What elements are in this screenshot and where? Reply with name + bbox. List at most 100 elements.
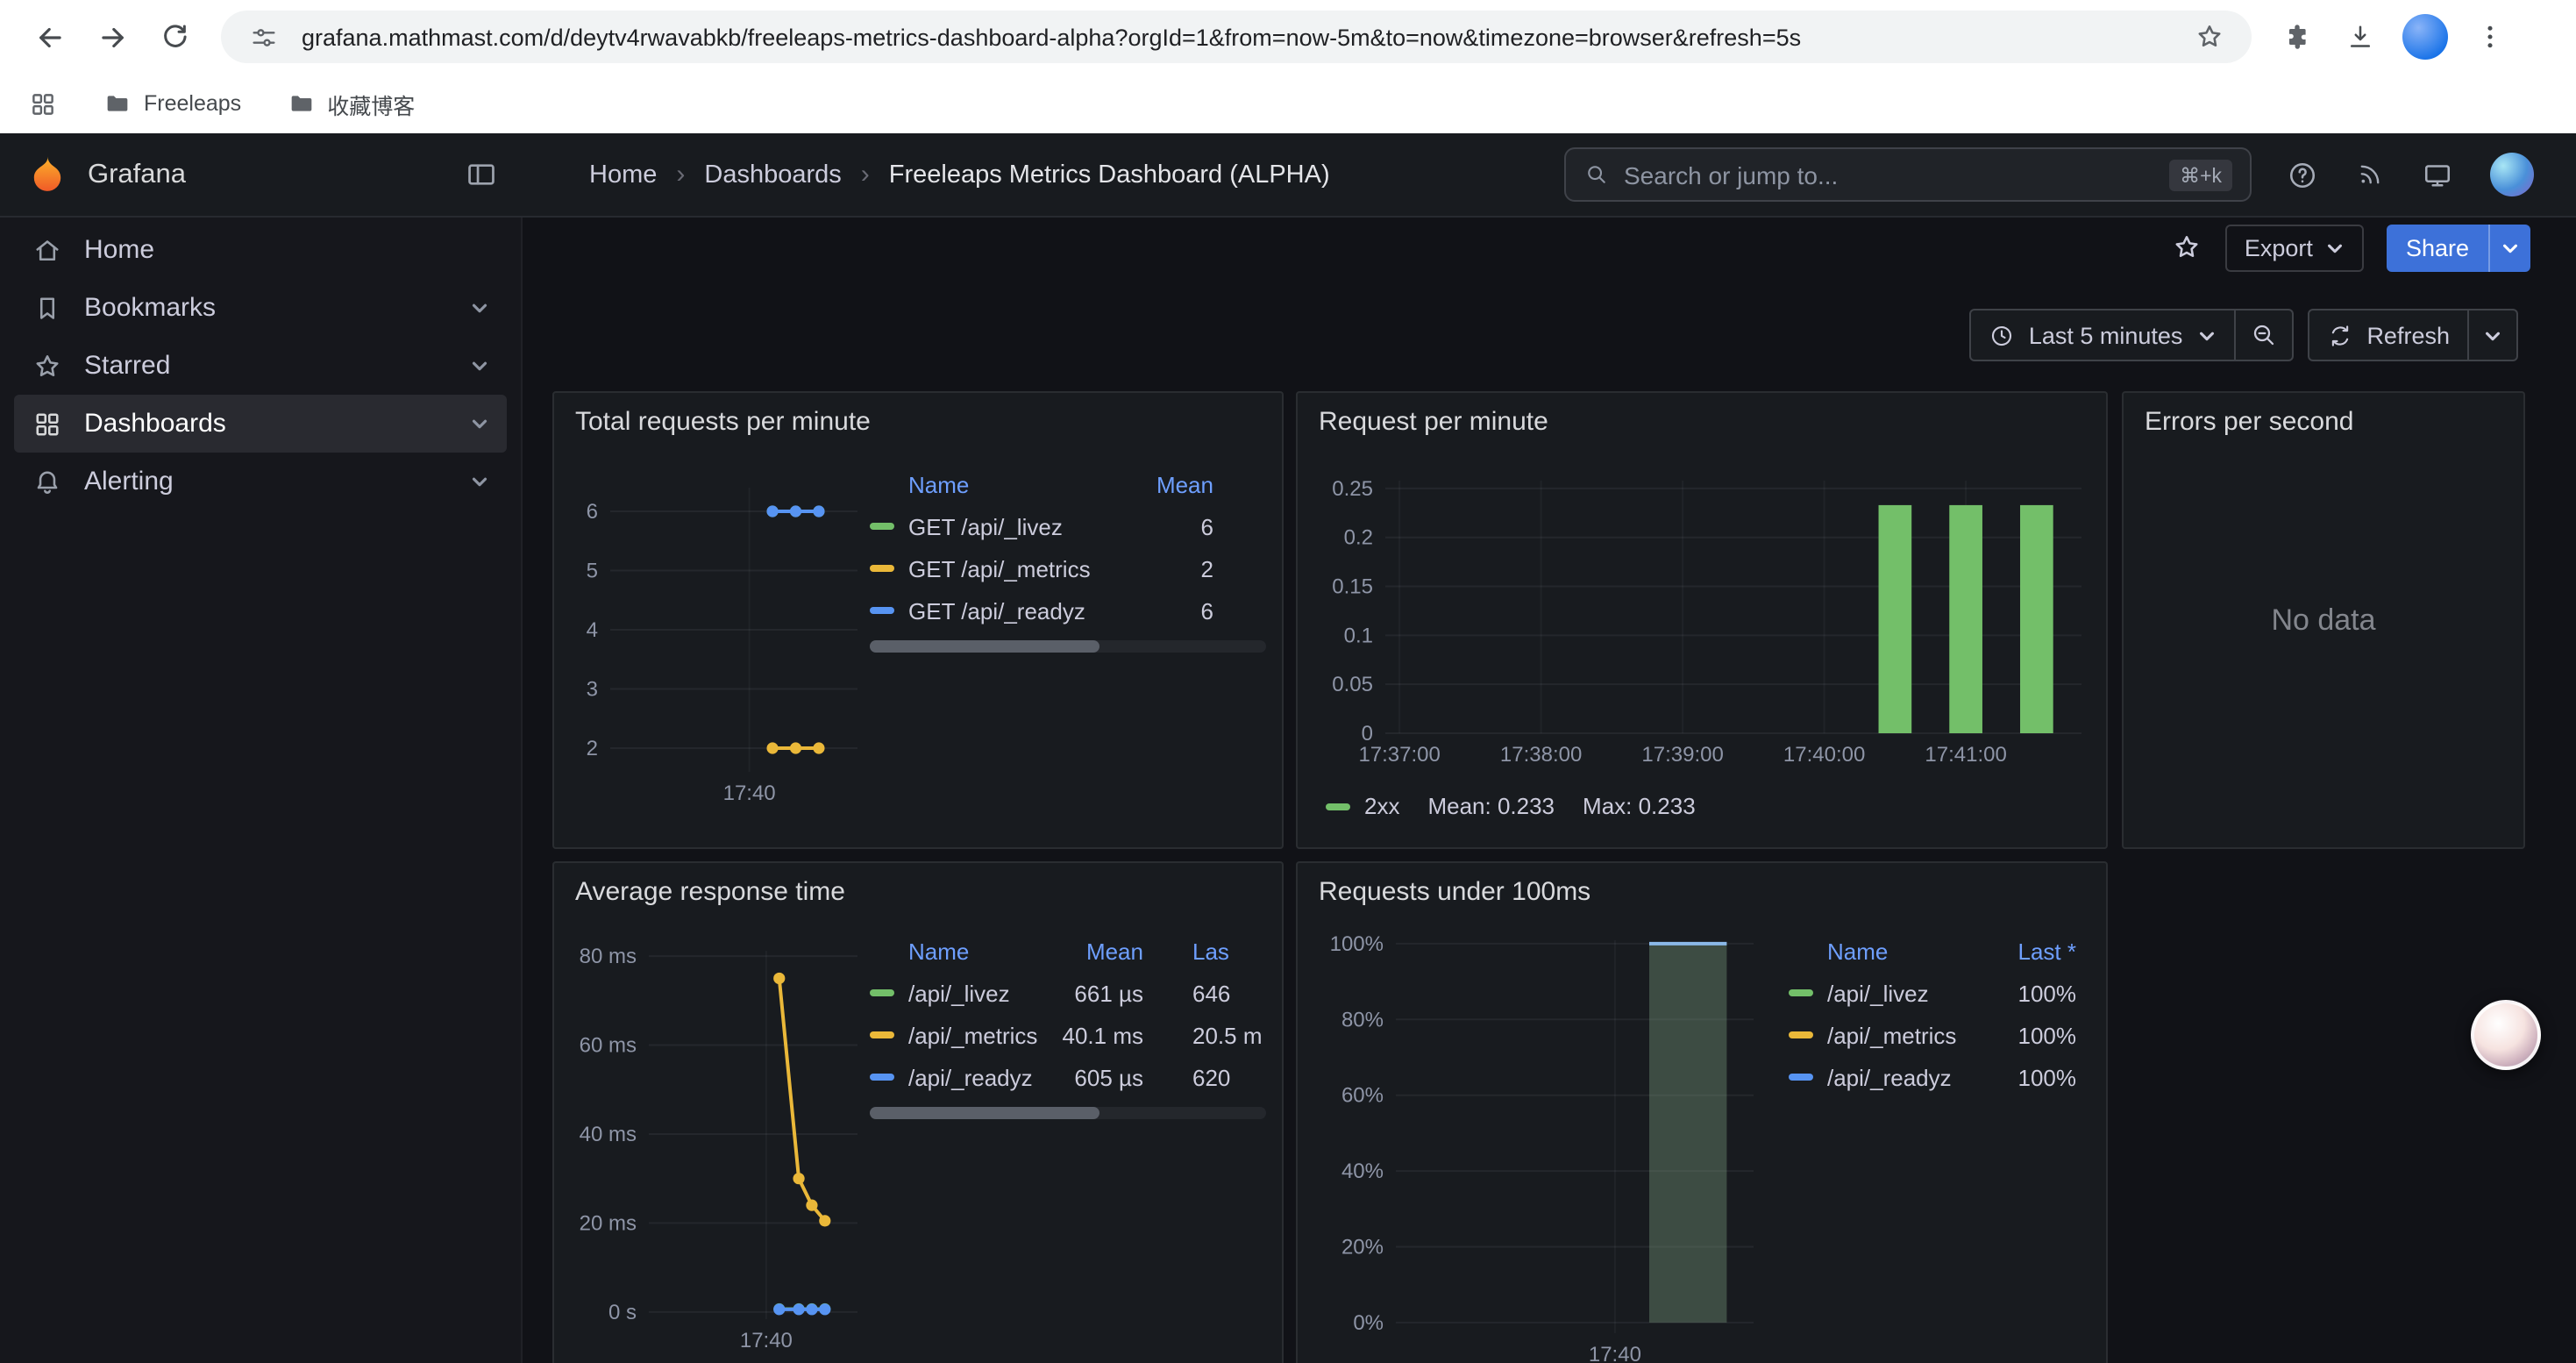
news-rss-icon[interactable] xyxy=(2355,160,2385,189)
table-column-header[interactable]: Las xyxy=(1143,938,1266,964)
scrollbar-thumb[interactable] xyxy=(870,640,1099,653)
share-dropdown-caret[interactable] xyxy=(2488,224,2530,271)
refresh-interval-dropdown[interactable] xyxy=(2469,310,2516,360)
series-swatch xyxy=(1789,989,1813,996)
svg-text:17:40: 17:40 xyxy=(723,781,776,805)
breadcrumb-home[interactable]: Home xyxy=(589,161,657,189)
panel-title[interactable]: Request per minute xyxy=(1319,407,1548,437)
forward-button[interactable] xyxy=(86,11,139,63)
table-column-header[interactable]: Name xyxy=(870,938,1042,964)
horizontal-scrollbar[interactable] xyxy=(870,640,1266,653)
breadcrumb-dashboards[interactable]: Dashboards xyxy=(704,161,841,189)
table-row: GET /api/_metrics2 xyxy=(870,547,1266,589)
breadcrumb-separator: › xyxy=(861,160,870,189)
site-settings-icon[interactable] xyxy=(242,16,284,58)
dock-menu-toggle-icon[interactable] xyxy=(465,158,498,191)
svg-text:17:39:00: 17:39:00 xyxy=(1641,743,1723,767)
series-name-cell: GET /api/_metrics xyxy=(870,555,1115,582)
browser-menu-kebab-icon[interactable] xyxy=(2464,11,2516,63)
series-name-cell: /api/_readyz xyxy=(1789,1064,1989,1090)
monitor-icon[interactable] xyxy=(2422,159,2453,190)
panel-title[interactable]: Requests under 100ms xyxy=(1319,877,1590,907)
zoom-out-button[interactable] xyxy=(2235,310,2291,360)
value-cell: 100% xyxy=(1989,1064,2076,1090)
no-data-message: No data xyxy=(2124,393,2523,847)
table-column-header[interactable]: Name xyxy=(1789,938,1989,964)
grafana-user-avatar[interactable] xyxy=(2490,153,2534,196)
refresh-button[interactable]: Refresh xyxy=(2309,310,2467,360)
bookmark-folder-freeleaps[interactable]: Freeleaps xyxy=(103,89,241,118)
svg-text:6: 6 xyxy=(587,500,598,524)
requests-under-100ms-table: NameLast */api/_livez100%/api/_metrics10… xyxy=(1789,930,2076,1098)
chevron-down-icon[interactable] xyxy=(454,354,503,377)
favorite-star-button[interactable] xyxy=(2171,232,2202,263)
series-swatch xyxy=(870,1074,894,1081)
table-column-header[interactable]: Name xyxy=(870,471,1115,497)
series-swatch xyxy=(870,989,894,996)
legend-series-name[interactable]: 2xx xyxy=(1364,793,1399,819)
svg-text:0.1: 0.1 xyxy=(1344,624,1373,647)
url-text[interactable]: grafana.mathmast.com/d/deytv4rwavabkb/fr… xyxy=(302,24,2171,50)
url-bar[interactable]: grafana.mathmast.com/d/deytv4rwavabkb/fr… xyxy=(221,11,2252,63)
export-button[interactable]: Export xyxy=(2225,224,2364,271)
grafana-app: Grafana Home › Dashboards › Freeleaps Me… xyxy=(0,133,2576,1363)
help-icon[interactable] xyxy=(2287,159,2318,190)
sidebar-item-alerting[interactable]: Alerting xyxy=(14,453,507,510)
series-swatch xyxy=(1326,803,1350,810)
panel-title[interactable]: Average response time xyxy=(575,877,845,907)
total-requests-chart: 2345617:40 xyxy=(565,403,872,824)
export-label: Export xyxy=(2245,234,2313,260)
bookmark-folder-blogs[interactable]: 收藏博客 xyxy=(287,87,415,120)
bookmark-star-icon[interactable] xyxy=(2188,16,2231,58)
bookmark-label: Freeleaps xyxy=(144,91,241,116)
downloads-icon[interactable] xyxy=(2334,11,2387,63)
chevron-down-icon[interactable] xyxy=(454,296,503,319)
total_requests-svg: 2345617:40 xyxy=(565,403,872,824)
screen: grafana.mathmast.com/d/deytv4rwavabkb/fr… xyxy=(0,0,2576,1363)
search-input[interactable]: Search or jump to... ⌘+k xyxy=(1564,147,2252,202)
grafana-top-nav: Grafana Home › Dashboards › Freeleaps Me… xyxy=(0,133,2576,218)
sidebar-item-dashboards[interactable]: Dashboards xyxy=(14,395,507,453)
time-controls: Last 5 minutes Refresh xyxy=(1969,309,2518,361)
grafana-logo[interactable] xyxy=(25,152,70,197)
chevron-down-icon[interactable] xyxy=(454,470,503,493)
series-name-cell: /api/_livez xyxy=(870,980,1042,1006)
back-button[interactable] xyxy=(23,11,75,63)
clock-icon xyxy=(1989,322,2015,348)
svg-text:3: 3 xyxy=(587,678,598,702)
floating-assistant-avatar[interactable] xyxy=(2471,1000,2541,1070)
value-cell: 6 xyxy=(1115,513,1213,539)
browser-profile-avatar[interactable] xyxy=(2402,14,2448,60)
chevron-down-icon xyxy=(2196,325,2216,345)
refresh-icon xyxy=(2326,322,2352,348)
horizontal-scrollbar[interactable] xyxy=(870,1107,1266,1119)
table-row: /api/_metrics100% xyxy=(1789,1014,2076,1056)
apps-grid-icon[interactable] xyxy=(28,89,58,118)
panel-title[interactable]: Total requests per minute xyxy=(575,407,871,437)
table-row: /api/_readyz100% xyxy=(1789,1056,2076,1098)
chevron-down-icon[interactable] xyxy=(454,412,503,435)
table-column-header[interactable]: Last * xyxy=(1989,938,2076,964)
table-column-header[interactable]: Mean xyxy=(1042,938,1143,964)
series-swatch xyxy=(870,607,894,614)
scrollbar-thumb[interactable] xyxy=(870,1107,1099,1119)
panel-request-per-minute: Request per minute 00.050.10.150.20.2517… xyxy=(1296,391,2108,849)
svg-text:20 ms: 20 ms xyxy=(580,1211,637,1235)
extensions-puzzle-icon[interactable] xyxy=(2271,11,2323,63)
sidebar-item-starred[interactable]: Starred xyxy=(14,337,507,395)
series-name-cell: GET /api/_readyz xyxy=(870,597,1115,624)
panel-title[interactable]: Errors per second xyxy=(2145,407,2353,437)
series-name-cell: GET /api/_livez xyxy=(870,513,1115,539)
nav-left: Grafana xyxy=(0,152,523,197)
svg-text:80 ms: 80 ms xyxy=(580,945,637,968)
svg-text:20%: 20% xyxy=(1341,1236,1384,1260)
refresh-group: Refresh xyxy=(2307,309,2518,361)
sidebar-item-home[interactable]: Home xyxy=(14,221,507,279)
time-range-picker[interactable]: Last 5 minutes xyxy=(1971,310,2234,360)
breadcrumb-current-dashboard: Freeleaps Metrics Dashboard (ALPHA) xyxy=(889,161,1330,189)
zoom-out-icon xyxy=(2249,321,2277,349)
table-column-header[interactable]: Mean xyxy=(1115,471,1213,497)
reload-button[interactable] xyxy=(149,11,202,63)
sidebar-item-bookmarks[interactable]: Bookmarks xyxy=(14,279,507,337)
share-button[interactable]: Share xyxy=(2387,224,2488,271)
